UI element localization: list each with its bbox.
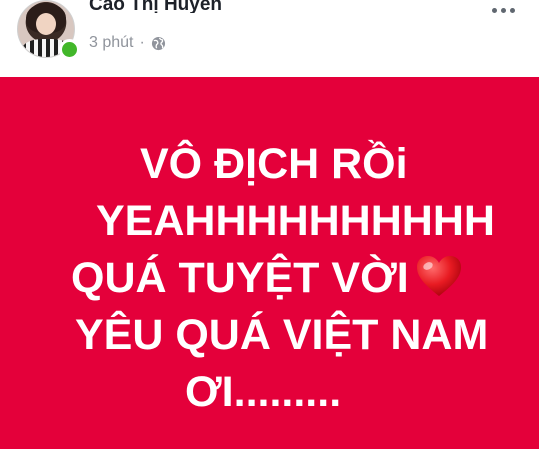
status-line: YÊU QUÁ VIỆT NAM bbox=[75, 311, 489, 359]
dot bbox=[501, 8, 506, 13]
dot bbox=[510, 8, 515, 13]
more-options-icon[interactable] bbox=[492, 8, 515, 13]
status-background-card: VÔ ĐỊCH RỒi YEAHHHHHHHHHH QUÁ TUYỆT VỜI … bbox=[0, 77, 539, 449]
status-line-with-emoji: QUÁ TUYỆT VỜI bbox=[0, 250, 539, 307]
status-line-text: QUÁ TUYỆT VỜI bbox=[71, 254, 409, 302]
globe-icon[interactable] bbox=[151, 36, 166, 51]
status-text: VÔ ĐỊCH RỒi YEAHHHHHHHHHH QUÁ TUYỆT VỜI … bbox=[0, 136, 539, 421]
avatar-face bbox=[36, 13, 56, 35]
post-header: Cao Thị Huyền 3 phút · bbox=[0, 0, 539, 77]
dot bbox=[492, 8, 497, 13]
facebook-post: Cao Thị Huyền 3 phút · VÔ ĐỊCH RỒi YEAHH… bbox=[0, 0, 539, 449]
status-line: YEAHHHHHHHHHH bbox=[96, 197, 495, 245]
status-line: ƠI......... bbox=[185, 368, 342, 416]
timestamp[interactable]: 3 phút bbox=[89, 34, 133, 52]
meta-separator: · bbox=[139, 34, 145, 51]
status-line: VÔ ĐỊCH RỒi bbox=[140, 140, 408, 188]
post-meta: 3 phút · bbox=[89, 34, 166, 52]
author-name[interactable]: Cao Thị Huyền bbox=[89, 0, 222, 13]
online-status-dot bbox=[59, 39, 80, 60]
heart-icon bbox=[416, 256, 461, 296]
